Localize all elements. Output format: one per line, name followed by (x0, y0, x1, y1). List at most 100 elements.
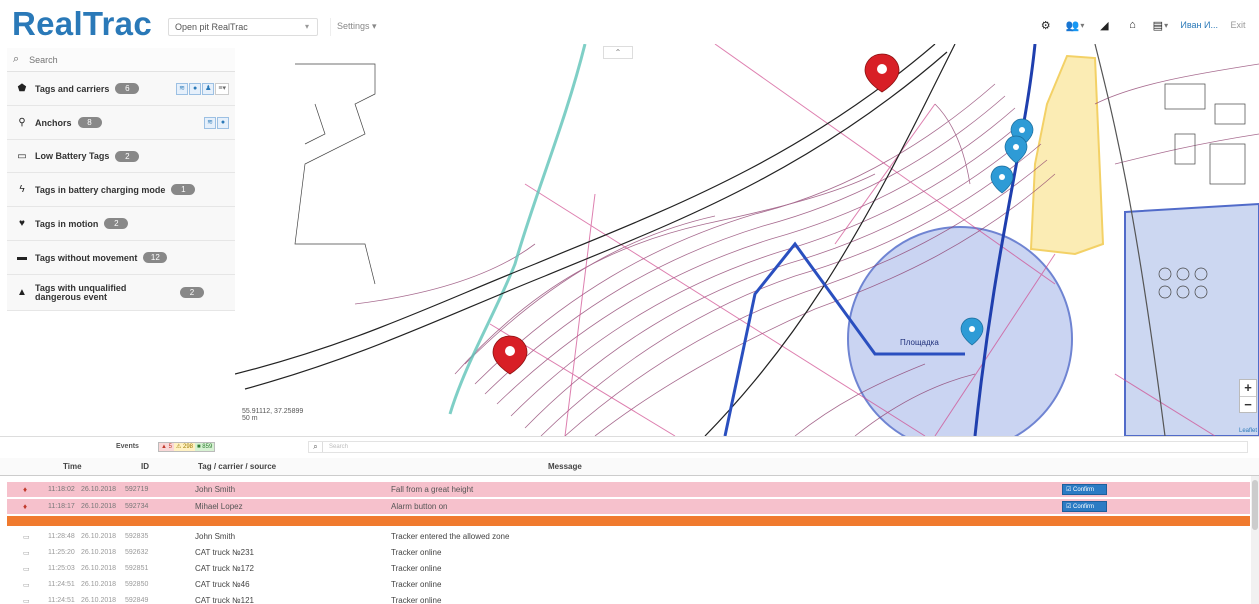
chevron-down-icon: ▾ (1164, 20, 1169, 30)
row-date: 26.10.2018 (81, 486, 117, 493)
row-message: Tracker online (391, 596, 442, 604)
filter-alarm[interactable]: ▲ 5 (159, 443, 174, 451)
users-menu-button[interactable]: 👥 ▾ (1063, 14, 1088, 36)
app-logo: RealTrac (12, 5, 152, 42)
table-row[interactable]: ♦ 11:18:17 26.10.2018 592734 Mihael Lope… (7, 499, 1250, 514)
group-tags-and-carriers[interactable]: ⬟ Tags and carriers 6 ≋ ● ♟ ≡▾ (7, 72, 235, 106)
row-id: 592835 (125, 533, 149, 540)
group-label: Tags with unqualified dangerous event (35, 282, 127, 302)
wifi-filter-icon[interactable]: ≋ (176, 82, 189, 95)
signal-icon[interactable]: ◢ (1093, 14, 1115, 36)
events-search-placeholder: Search (329, 444, 349, 450)
search-icon: ⌕ (13, 53, 20, 65)
column-message[interactable]: Message (548, 462, 582, 471)
count-badge: 8 (77, 117, 102, 128)
coords-latlon: 55.91112, 37.25899 (242, 408, 304, 415)
table-row[interactable]: ♦ 11:18:02 26.10.2018 592719 John Smith … (7, 482, 1250, 497)
map-marker-alarm-1 (864, 53, 900, 93)
users-icon: 👥 (1065, 19, 1080, 32)
row-tag: John Smith (195, 485, 236, 494)
project-select[interactable]: Open pit RealTrac ▾ (168, 18, 318, 36)
exit-link[interactable]: Exit (1227, 14, 1249, 36)
table-row[interactable]: ▭ 11:24:51 26.10.2018 592850 CAT truck №… (7, 577, 1257, 592)
group-label: Anchors (35, 117, 72, 128)
anchor-pin-icon: ⚲ (18, 117, 26, 128)
row-message: Tracker online (391, 580, 442, 589)
pin-filter-icon[interactable]: ● (189, 82, 202, 95)
zoom-out-button[interactable]: − (1240, 396, 1256, 412)
group-without-movement[interactable]: ▬ Tags without movement 12 (7, 241, 235, 275)
column-id[interactable]: ID (141, 462, 149, 471)
events-scrollbar-thumb[interactable] (1252, 480, 1258, 530)
row-id: 592719 (125, 486, 149, 493)
group-filters: ≋ ● ♟ ≡▾ (176, 82, 229, 95)
search-input[interactable] (29, 54, 210, 65)
events-title: Events (116, 443, 139, 450)
list-filter-icon[interactable]: ≡▾ (215, 82, 229, 95)
row-message: Fall from a great height (391, 485, 474, 494)
map-canvas: Площадка (235, 44, 1259, 436)
clipboard-menu-button[interactable]: ▤ ▾ (1149, 14, 1171, 36)
group-label: Tags without movement (35, 252, 138, 263)
header-toolbar: ⚙ 👥 ▾ ◢ ⌂ ▤ ▾ Иван И... Exit (1035, 14, 1249, 36)
row-tag: Mihael Lopez (195, 502, 243, 511)
alarm-icon: ♦ (23, 502, 28, 511)
home-icon[interactable]: ⌂ (1121, 14, 1143, 36)
row-tag: CAT truck №172 (195, 564, 254, 573)
row-tag: CAT truck №231 (195, 548, 254, 557)
table-row[interactable]: ▭ 11:24:51 26.10.2018 592849 CAT truck №… (7, 593, 1257, 604)
tracker-icon: ▭ (23, 550, 30, 557)
left-panel: ⌕ ⬟ Tags and carriers 6 ≋ ● ♟ ≡▾ ⚲ Ancho… (7, 48, 235, 311)
search-bar: ⌕ (7, 48, 235, 72)
tracker-icon: ▭ (23, 566, 30, 573)
row-message: Tracker online (391, 548, 442, 557)
count-badge: 1 (171, 184, 196, 195)
tags-icon: ⬟ (17, 83, 27, 94)
map-view[interactable]: Площадка ⌃ 55.91112, 37.25899 50 m + − L… (235, 44, 1259, 436)
gear-icon[interactable]: ⚙ (1035, 14, 1057, 36)
wifi-filter-icon[interactable]: ≋ (204, 116, 216, 129)
map-marker-alarm-2 (492, 335, 528, 375)
count-badge: 2 (115, 150, 140, 162)
group-low-battery[interactable]: ▭ Low Battery Tags 2 (7, 140, 235, 173)
map-attribution-link[interactable]: Leaflet (1239, 428, 1257, 434)
collapse-panel-button[interactable]: ⌃ (603, 46, 633, 59)
events-search[interactable]: ⌕ Search (308, 441, 1248, 453)
alarm-icon: ♦ (23, 485, 28, 494)
confirm-button[interactable]: ☑ Confirm (1062, 484, 1107, 495)
row-message: Tracker online (391, 564, 442, 573)
group-filters: ≋ ● (204, 116, 229, 129)
group-dangerous-event[interactable]: ▲ Tags with unqualified dangerous event … (7, 275, 235, 311)
pin-filter-icon[interactable]: ● (217, 116, 229, 129)
row-message: Alarm button on (391, 502, 448, 511)
settings-menu[interactable]: Settings ▾ (330, 18, 383, 36)
filter-warning[interactable]: ⚠ 298 (173, 443, 196, 451)
group-tags-in-motion[interactable]: ♥ Tags in motion 2 (7, 207, 235, 241)
table-row[interactable]: ▭ 11:25:03 26.10.2018 592851 CAT truck №… (7, 561, 1257, 576)
row-date: 26.10.2018 (81, 597, 117, 604)
table-row[interactable]: ▭ 11:28:48 26.10.2018 592835 John Smith … (7, 529, 1257, 544)
row-time: 11:18:17 (48, 503, 75, 510)
group-battery-charging[interactable]: ϟ Tags in battery charging mode 1 (7, 173, 235, 207)
tracker-icon: ▭ (23, 534, 30, 541)
chevron-down-icon: ▾ (304, 22, 309, 31)
warning-icon: ▲ (17, 287, 27, 298)
row-time: 11:25:20 (48, 549, 75, 556)
confirm-button[interactable]: ☑ Confirm (1062, 501, 1107, 512)
count-badge: 12 (143, 252, 168, 263)
user-name-link[interactable]: Иван И... (1177, 14, 1221, 36)
person-filter-icon[interactable]: ♟ (202, 82, 215, 95)
project-select-value: Open pit RealTrac (175, 22, 248, 32)
realtrac-app: RealTrac Open pit RealTrac ▾ Settings ▾ … (0, 0, 1259, 604)
zoom-in-button[interactable]: + (1240, 380, 1256, 396)
map-coordinates: 55.91112, 37.25899 50 m (242, 408, 303, 422)
row-time: 11:25:03 (48, 565, 75, 572)
events-table-header: Time ID Tag / carrier / source Message (0, 458, 1259, 476)
column-tag[interactable]: Tag / carrier / source (198, 462, 276, 471)
heartbeat-icon: ♥ (19, 218, 25, 229)
table-row[interactable]: ▭ 11:25:20 26.10.2018 592632 CAT truck №… (7, 545, 1257, 560)
map-outlines (294, 63, 1246, 299)
group-anchors[interactable]: ⚲ Anchors 8 ≋ ● (7, 106, 235, 140)
filter-info[interactable]: ■ 859 (195, 443, 215, 451)
column-time[interactable]: Time (63, 462, 82, 471)
